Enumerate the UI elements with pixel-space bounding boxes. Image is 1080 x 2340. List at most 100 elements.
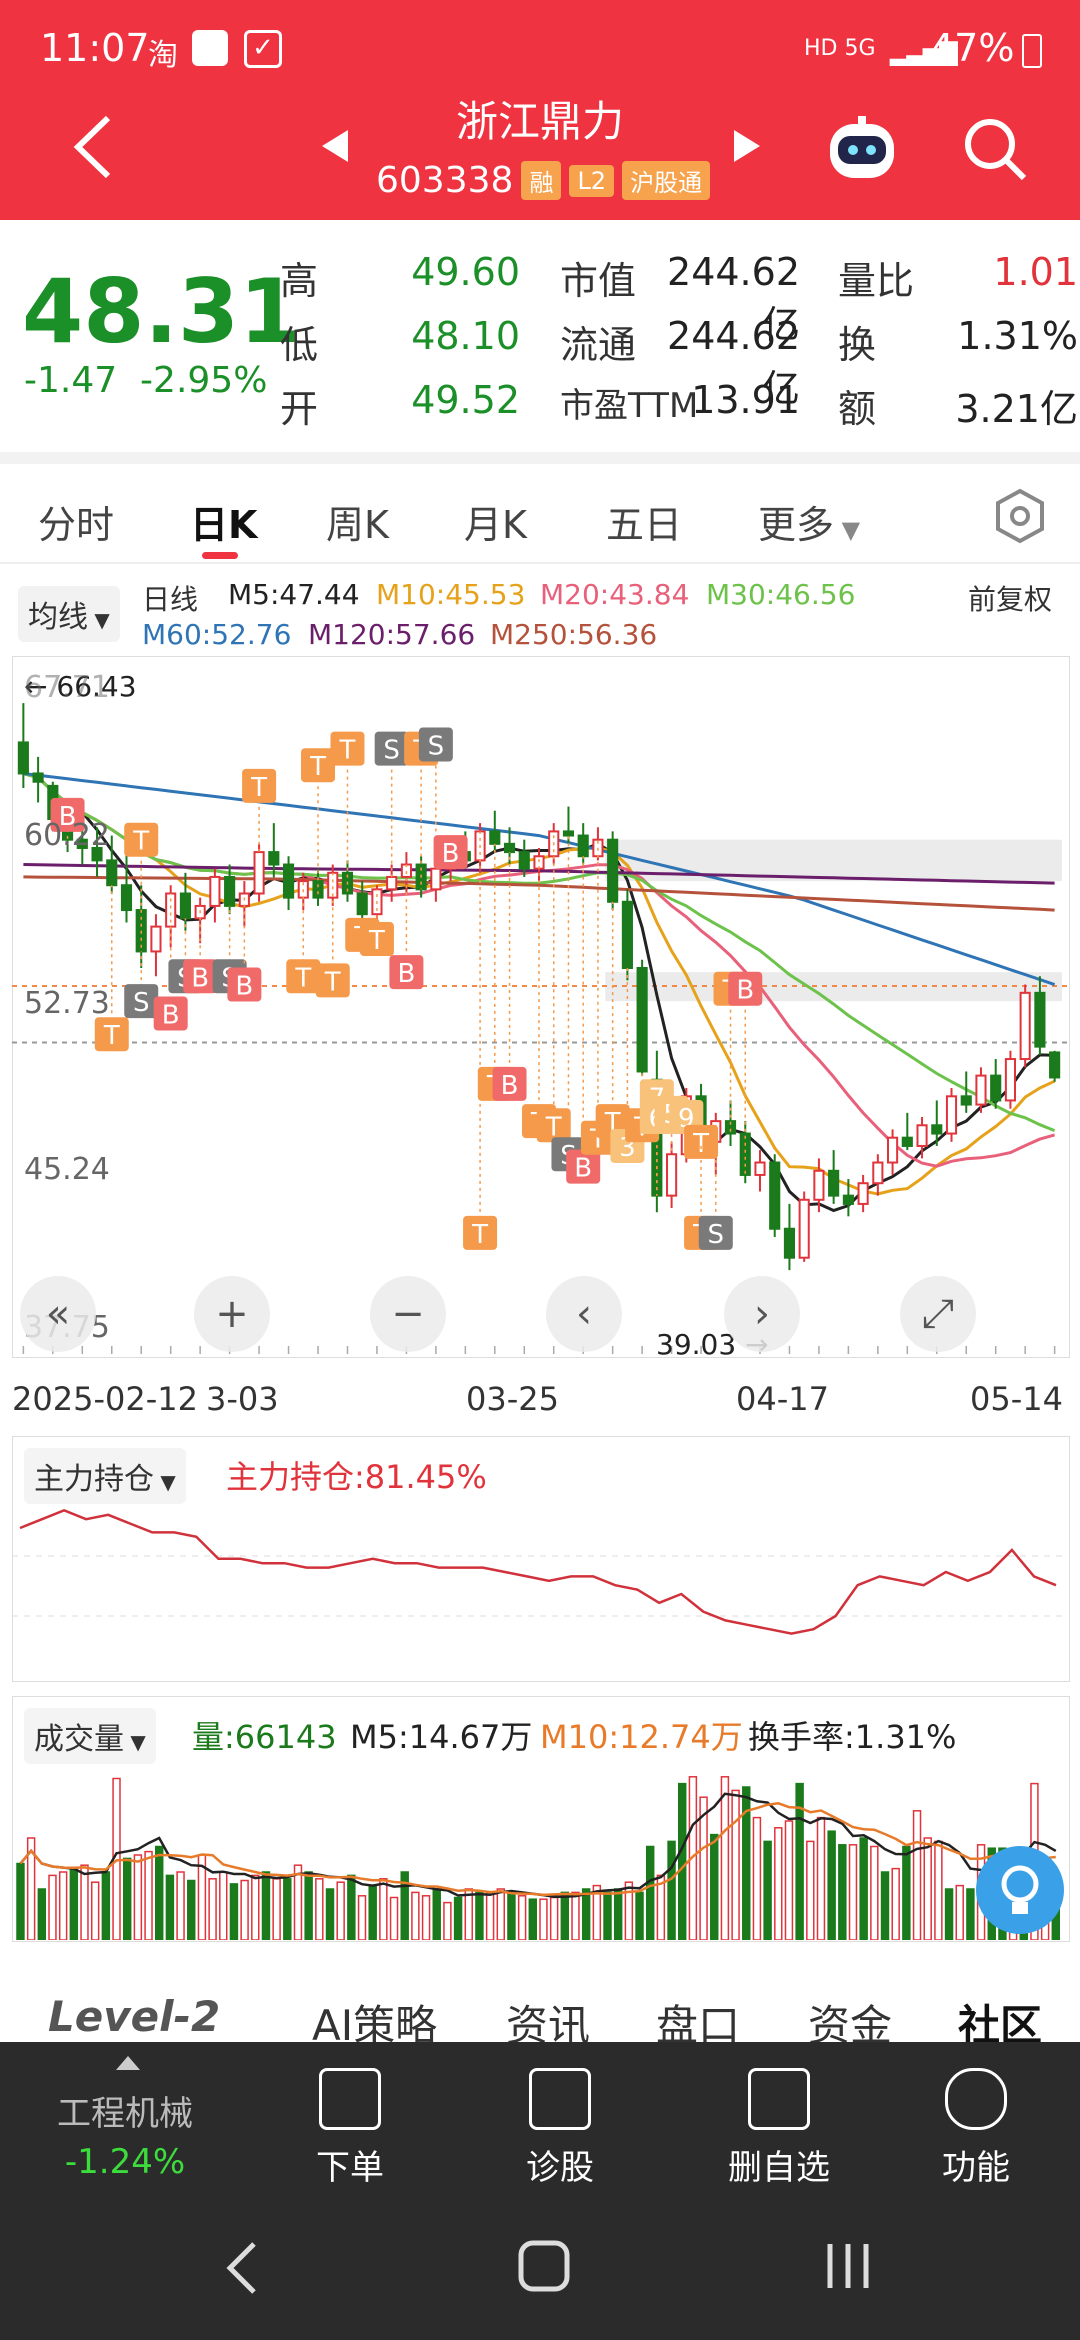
svg-text:T: T xyxy=(339,736,356,766)
high-label: 高 xyxy=(280,259,319,303)
volume-bar xyxy=(784,1820,794,1940)
candle xyxy=(253,843,265,902)
volume-bar xyxy=(165,1874,175,1940)
volume-bar xyxy=(731,1789,740,1940)
high-value: 49.60 xyxy=(411,250,520,294)
scroll-right-button[interactable]: › xyxy=(724,1276,800,1352)
status-bar: 11:07 淘 ✓ HD 5G ▂▃▅▇ 47% xyxy=(0,0,1080,100)
app-notification-icon xyxy=(192,30,228,66)
nav-home-icon[interactable] xyxy=(516,2238,572,2294)
trade-marker[interactable]: T xyxy=(463,831,498,1250)
volume-bar xyxy=(187,1879,196,1940)
candle xyxy=(783,1203,796,1271)
volume-selector-label: 成交量 xyxy=(34,1722,124,1757)
zoom-fit-button[interactable]: « xyxy=(20,1276,96,1352)
volume-bar xyxy=(955,1884,964,1940)
x-tick-label: 2025-02-12 xyxy=(12,1380,198,1418)
tab-intraday[interactable]: 分时 xyxy=(38,494,114,549)
candle xyxy=(607,831,619,911)
turnover-value: 1.31% xyxy=(957,314,1078,358)
remove-watchlist-button[interactable]: 删自选 xyxy=(704,2068,854,2189)
indicator-mode-dropdown[interactable]: 均线 ▼ xyxy=(18,586,120,642)
turnover-label: 换 xyxy=(838,323,877,367)
ma20-legend: M20:43.84 xyxy=(540,578,690,611)
candle xyxy=(282,856,295,911)
market-cap-label: 市值 xyxy=(560,259,637,303)
y-tick-label: 52.73 xyxy=(24,986,110,1021)
zoom-out-button[interactable]: − xyxy=(370,1276,446,1352)
ma120-legend: M120:57.66 xyxy=(308,618,476,651)
diagnose-plus-icon xyxy=(529,2068,591,2130)
trade-marker[interactable]: T xyxy=(522,856,556,1139)
volume-bar xyxy=(496,1888,505,1940)
functions-button[interactable]: 功能 xyxy=(916,2068,1036,2189)
chevron-down-icon: ▼ xyxy=(834,516,861,544)
trade-marker[interactable]: B xyxy=(492,852,527,1101)
x-tick-label: 3-03 xyxy=(206,1380,279,1418)
volume-bar xyxy=(763,1840,772,1940)
svg-text:B: B xyxy=(501,1071,519,1101)
tab-monthly-k[interactable]: 月K xyxy=(464,494,527,549)
volume-bar xyxy=(485,1891,495,1940)
volume-bar xyxy=(80,1864,89,1940)
volume-bar xyxy=(304,1871,313,1940)
volume-bar xyxy=(229,1883,239,1940)
volume-bar xyxy=(283,1878,292,1940)
tab-daily-k[interactable]: 日K xyxy=(190,494,257,549)
taobao-icon: 淘 xyxy=(148,38,178,73)
volume-ma-line xyxy=(19,1802,1056,1897)
volume-bar xyxy=(710,1833,719,1940)
trade-marker[interactable]: S xyxy=(374,731,409,877)
order-button[interactable]: 下单 xyxy=(290,2068,410,2189)
ma30-legend: M30:46.56 xyxy=(706,578,856,611)
lightbulb-icon xyxy=(1001,1865,1039,1914)
tab-more[interactable]: 更多 ▼ xyxy=(758,494,860,549)
network-label: HD 5G xyxy=(804,36,876,61)
next-stock-icon[interactable] xyxy=(732,128,762,164)
candle xyxy=(798,1191,810,1262)
candle xyxy=(327,864,339,906)
zoom-in-button[interactable]: + xyxy=(194,1276,270,1352)
tab-five-day[interactable]: 五日 xyxy=(606,494,682,549)
svg-text:T: T xyxy=(294,963,311,993)
volume-bar xyxy=(560,1891,570,1940)
amount-value: 3.21亿 xyxy=(955,387,1078,431)
diagnose-button[interactable]: 诊股 xyxy=(500,2068,620,2189)
x-tick-label: 04-17 xyxy=(736,1380,829,1418)
candle xyxy=(769,1154,781,1238)
holding-line xyxy=(19,1509,1057,1635)
volume-bar xyxy=(678,1782,687,1940)
svg-text:B: B xyxy=(191,963,209,993)
assistant-bulb-button[interactable] xyxy=(976,1846,1064,1934)
fullscreen-button[interactable]: ⤢ xyxy=(900,1276,976,1352)
tab-weekly-k[interactable]: 周K xyxy=(326,494,389,549)
ai-robot-icon[interactable] xyxy=(824,114,900,186)
volume-bar xyxy=(347,1874,356,1940)
adjust-mode[interactable]: 前复权 xyxy=(968,578,1052,618)
settings-hexagon-icon[interactable] xyxy=(994,488,1046,544)
candle xyxy=(621,889,633,981)
tab-level2[interactable]: Level-2 xyxy=(48,1992,220,2041)
scroll-left-button[interactable]: ‹ xyxy=(546,1276,622,1352)
order-doc-icon xyxy=(319,2068,381,2130)
volume-bar xyxy=(859,1837,868,1940)
trade-marker[interactable]: B xyxy=(433,835,468,870)
holding-selector-label: 主力持仓 xyxy=(34,1462,154,1497)
kline-chart[interactable]: BTTSBSBSBTTTTTTSTTSBBTBTTTSBTT3T7659TTST… xyxy=(12,656,1068,1356)
trade-marker[interactable]: T xyxy=(242,768,277,853)
volume-bar xyxy=(389,1896,399,1940)
svg-text:S: S xyxy=(383,736,400,766)
svg-text:T: T xyxy=(103,1021,120,1051)
volume-ratio-label: 量比 xyxy=(838,259,915,303)
nav-recents-icon[interactable] xyxy=(820,2238,876,2294)
volume-bar xyxy=(613,1888,623,1940)
candle xyxy=(754,1150,766,1192)
volume-bar xyxy=(16,1862,25,1940)
holding-line-chart xyxy=(12,1509,1068,1635)
volume-bar xyxy=(774,1827,783,1940)
search-icon[interactable] xyxy=(962,116,1030,184)
nav-back-icon[interactable] xyxy=(222,2238,262,2298)
sector-name[interactable]: 工程机械 xyxy=(40,2086,210,2135)
volume-ma-line xyxy=(19,1792,1057,1899)
volume-indicator-dropdown[interactable]: 成交量 ▼ xyxy=(24,1708,156,1764)
